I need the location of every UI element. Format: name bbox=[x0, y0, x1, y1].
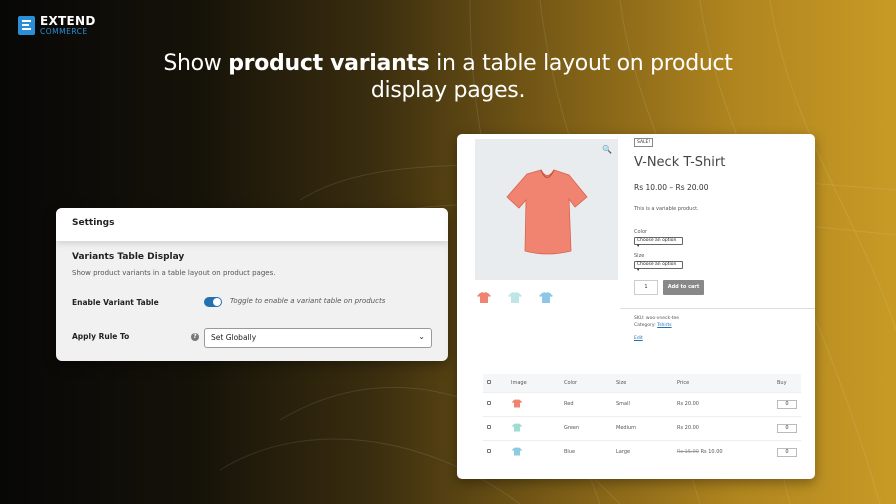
variant-size: Large bbox=[612, 439, 673, 464]
product-category: Category: Tshirts bbox=[634, 323, 672, 328]
row-checkbox[interactable] bbox=[487, 425, 491, 429]
apply-rule-label: Apply Rule To bbox=[72, 332, 130, 341]
size-label: Size bbox=[634, 253, 645, 259]
product-title: V-Neck T-Shirt bbox=[634, 155, 726, 170]
edit-link[interactable]: Edit bbox=[634, 336, 643, 341]
enable-variant-help: Toggle to enable a variant table on prod… bbox=[230, 297, 386, 305]
product-preview: 🔍 SALE! V-Neck T-Shirt Rs 10.00 – Rs 20.… bbox=[457, 134, 815, 479]
settings-panel: Settings Variants Table Display Show pro… bbox=[56, 208, 448, 361]
brand-logo: EXTEND COMMERCE bbox=[18, 15, 96, 36]
enable-variant-label: Enable Variant Table bbox=[72, 298, 159, 307]
section-title: Variants Table Display bbox=[72, 252, 185, 262]
variant-thumbnail bbox=[511, 423, 523, 432]
variant-qty-input[interactable]: 0 bbox=[777, 447, 797, 457]
table-row: Green Medium Rs 20.00 0 bbox=[483, 415, 801, 440]
variants-table: Image Color Size Price Buy Red Small Rs … bbox=[483, 374, 801, 464]
row-checkbox[interactable] bbox=[487, 401, 491, 405]
extend-logo-icon bbox=[18, 15, 35, 35]
chevron-down-icon: ⌄ bbox=[418, 332, 425, 341]
settings-header: Settings bbox=[56, 208, 448, 241]
brand-sub: COMMERCE bbox=[40, 27, 88, 36]
variant-thumbnail bbox=[511, 399, 523, 408]
product-image[interactable]: 🔍 bbox=[475, 139, 618, 280]
thumbnail-red[interactable] bbox=[476, 289, 492, 305]
variant-color: Green bbox=[560, 415, 612, 440]
quantity-input[interactable]: 1 bbox=[634, 280, 658, 295]
variant-qty-input[interactable]: 0 bbox=[777, 423, 797, 433]
variant-thumbnail bbox=[511, 447, 523, 456]
product-sku: SKU: woo-vneck-tee bbox=[634, 316, 679, 321]
row-checkbox[interactable] bbox=[487, 449, 491, 454]
product-price: Rs 10.00 – Rs 20.00 bbox=[634, 183, 709, 192]
variant-color: Blue bbox=[560, 439, 612, 464]
variant-old-price: Rs 15.00 bbox=[677, 449, 699, 456]
divider bbox=[620, 308, 815, 309]
variant-size: Small bbox=[612, 391, 673, 416]
select-all-header bbox=[483, 374, 507, 392]
variant-size: Medium bbox=[612, 415, 673, 440]
add-to-cart-button[interactable]: Add to cart bbox=[663, 280, 704, 295]
color-label: Color bbox=[634, 229, 648, 235]
select-all-checkbox[interactable] bbox=[487, 379, 491, 384]
variant-sale-price: Rs 10.00 bbox=[700, 449, 723, 456]
brand-name: EXTEND bbox=[40, 14, 96, 28]
thumbnail-green[interactable] bbox=[507, 289, 523, 305]
zoom-icon[interactable]: 🔍 bbox=[602, 145, 612, 154]
variant-price: Rs 15.00 Rs 10.00 bbox=[673, 439, 773, 464]
variant-price: Rs 20.00 bbox=[673, 415, 773, 440]
col-buy: Buy bbox=[773, 374, 801, 392]
category-link[interactable]: Tshirts bbox=[657, 323, 671, 328]
color-select[interactable]: Choose an option ▾ bbox=[634, 237, 683, 249]
col-image: Image bbox=[507, 374, 560, 392]
table-row: Red Small Rs 20.00 0 bbox=[483, 391, 801, 416]
headline: Show product variants in a table layout … bbox=[163, 51, 733, 103]
apply-rule-select[interactable]: Set Globally ⌄ bbox=[204, 328, 432, 348]
tshirt-image bbox=[506, 169, 588, 255]
col-color: Color bbox=[560, 374, 612, 392]
product-short-description: This is a variable product. bbox=[634, 206, 699, 212]
thumbnail-blue[interactable] bbox=[538, 289, 554, 305]
variant-qty-input[interactable]: 0 bbox=[777, 399, 797, 409]
edit-link-wrap: Edit bbox=[634, 336, 643, 341]
variant-color: Red bbox=[560, 391, 612, 416]
section-description: Show product variants in a table layout … bbox=[72, 269, 276, 277]
variant-price: Rs 20.00 bbox=[673, 391, 773, 416]
question-icon[interactable]: ? bbox=[191, 333, 199, 341]
table-header-row: Image Color Size Price Buy bbox=[483, 374, 801, 392]
size-select[interactable]: Choose an option ▾ bbox=[634, 261, 683, 273]
col-price: Price bbox=[673, 374, 773, 392]
col-size: Size bbox=[612, 374, 673, 392]
table-row: Blue Large Rs 15.00 Rs 10.00 0 bbox=[483, 439, 801, 464]
sale-badge: SALE! bbox=[634, 138, 654, 147]
enable-variant-toggle[interactable] bbox=[204, 297, 222, 307]
